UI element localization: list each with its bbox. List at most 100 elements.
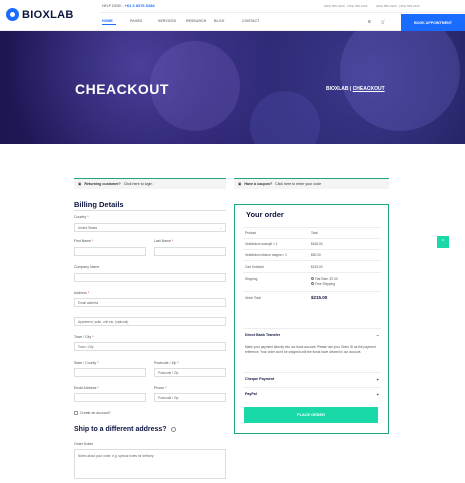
last-name-field[interactable] bbox=[154, 247, 226, 256]
expand-icon[interactable]: + bbox=[377, 377, 379, 382]
order-row-label: Product bbox=[245, 231, 256, 235]
contact-info-2: (629) 555-0129 · (319) 555-0115 bbox=[376, 4, 420, 8]
login-link[interactable]: Click here to login bbox=[124, 182, 153, 186]
order-row-label: Vestibulum dictum magna × 1 bbox=[245, 253, 287, 257]
expand-icon[interactable]: + bbox=[377, 392, 379, 397]
email-field[interactable] bbox=[74, 393, 146, 402]
order-row-value: $165.00 bbox=[311, 242, 323, 246]
first-name-label-text: First Name bbox=[74, 239, 92, 243]
company-field[interactable] bbox=[74, 273, 226, 282]
nav-research[interactable]: RESEARCH bbox=[186, 19, 214, 23]
order-row: Cart Subtotal $215.00 bbox=[243, 260, 381, 272]
state-field[interactable] bbox=[74, 368, 146, 377]
country-value: United States bbox=[78, 225, 98, 230]
town-label-text: Town / City bbox=[74, 335, 92, 339]
coupon-notice: ▣ Have a coupon? Click here to enter you… bbox=[234, 178, 389, 189]
order-notes-field[interactable]: Notes about your order, e.g. special not… bbox=[74, 449, 226, 479]
order-row-value: $215.00 bbox=[311, 265, 323, 269]
checkbox-icon[interactable] bbox=[74, 411, 78, 415]
payment-bank-transfer[interactable]: Direct Bank Transfer − bbox=[243, 328, 381, 342]
phone-field[interactable]: Postcode / Zip bbox=[154, 393, 226, 402]
info-icon: ▣ bbox=[238, 182, 242, 186]
town-placeholder: Town / City bbox=[78, 344, 94, 349]
ship-different-radio[interactable] bbox=[170, 427, 176, 432]
collapse-icon[interactable]: − bbox=[377, 333, 379, 338]
nav-blog[interactable]: BLOG bbox=[214, 19, 242, 23]
email-label: Email Address * bbox=[74, 386, 99, 390]
nav-home[interactable]: HOME bbox=[102, 19, 130, 23]
nav-services[interactable]: SERVICES bbox=[158, 19, 186, 23]
billing-divider bbox=[74, 210, 226, 211]
hero-decoration bbox=[340, 31, 460, 131]
payment-method-label: Direct Bank Transfer bbox=[245, 333, 281, 337]
phone-label-text: Phone bbox=[154, 386, 165, 390]
address-field[interactable]: Email address bbox=[74, 298, 226, 307]
order-row: Product Total bbox=[243, 227, 381, 238]
address-label-text: Address bbox=[74, 291, 87, 295]
help-desk-phone[interactable]: +61 3 8376 6284 bbox=[125, 3, 155, 8]
book-appointment-button[interactable]: BOOK APPOINTMENT bbox=[401, 14, 465, 31]
page-hero: CHEACKOUT BIOXLAB | CHEACKOUT bbox=[0, 31, 465, 144]
shipping-option[interactable]: Free Shipping bbox=[311, 282, 335, 286]
logo[interactable]: BIOXLAB bbox=[6, 8, 74, 21]
postcode-label-text: Postcode / Zip bbox=[154, 361, 177, 365]
postcode-field[interactable]: Postcode / Zip bbox=[154, 368, 226, 377]
order-title: Your order bbox=[246, 210, 284, 219]
required-mark: * bbox=[87, 291, 90, 295]
order-summary: Your order Product Total Vestibulum susci… bbox=[234, 204, 389, 434]
first-name-field[interactable] bbox=[74, 247, 146, 256]
address-label: Address * bbox=[74, 291, 89, 295]
last-name-label: Last Name * bbox=[154, 239, 173, 243]
coupon-link[interactable]: Click here to enter your code bbox=[275, 182, 321, 186]
required-mark: * bbox=[97, 386, 99, 390]
breadcrumb: BIOXLAB | CHEACKOUT bbox=[326, 86, 385, 92]
chevron-down-icon: ⌄ bbox=[219, 225, 222, 230]
nav-contact[interactable]: CONTACT bbox=[242, 19, 270, 23]
logo-text: BIOXLAB bbox=[22, 8, 74, 21]
header-icons: ≡ 🛒 bbox=[368, 19, 386, 25]
state-label: State / County * bbox=[74, 361, 99, 365]
order-total-value: $215.00 bbox=[311, 295, 328, 300]
nav-pages[interactable]: PAGES bbox=[130, 19, 158, 23]
returning-customer-label: Returning customer? bbox=[84, 182, 121, 186]
order-row: Vestibulum dictum magna × 1 $50.00 bbox=[243, 249, 381, 260]
ship-different-address[interactable]: Ship to a different address? bbox=[74, 426, 176, 433]
shipping-option[interactable]: Flat Rate: $7.00 bbox=[311, 277, 338, 281]
required-mark: * bbox=[171, 239, 174, 243]
radio-icon[interactable] bbox=[311, 277, 314, 280]
create-account-checkbox[interactable]: Create an account? bbox=[74, 411, 111, 415]
payment-paypal[interactable]: PayPal + bbox=[243, 387, 381, 401]
place-order-button[interactable]: PLACE ORDER bbox=[244, 407, 378, 423]
bank-transfer-description: Make your payment directly into our bank… bbox=[245, 345, 376, 354]
nav-active-underline bbox=[102, 24, 116, 25]
help-desk: HELP DESK : +61 3 8376 6284 bbox=[102, 3, 155, 8]
required-mark: * bbox=[177, 361, 179, 365]
billing-title: Billing Details bbox=[74, 200, 124, 209]
order-total-label: Order Total bbox=[245, 296, 261, 300]
help-desk-label: HELP DESK : bbox=[102, 4, 124, 8]
postcode-placeholder: Postcode / Zip bbox=[158, 370, 179, 375]
menu-icon[interactable]: ≡ bbox=[368, 19, 371, 25]
town-field[interactable]: Town / City bbox=[74, 342, 226, 351]
address2-placeholder: Apartment, suite, unit etc. (optional) bbox=[78, 319, 129, 324]
create-account-label: Create an account? bbox=[80, 411, 111, 415]
shipping-option-label: Flat Rate: $7.00 bbox=[315, 277, 338, 281]
state-label-text: State / County bbox=[74, 361, 97, 365]
breadcrumb-home[interactable]: BIOXLAB bbox=[326, 86, 349, 92]
order-notes-label: Order Notes bbox=[74, 442, 94, 446]
radio-icon[interactable] bbox=[311, 282, 314, 285]
country-select[interactable]: United States ⌄ bbox=[74, 223, 226, 232]
required-mark: * bbox=[92, 239, 94, 243]
cart-icon[interactable]: 🛒 bbox=[381, 19, 386, 25]
first-name-label: First Name * bbox=[74, 239, 93, 243]
scroll-top-button[interactable]: ^ bbox=[437, 236, 449, 248]
order-row-label: Vestibulum suscipit × 1 bbox=[245, 242, 278, 246]
required-mark: * bbox=[92, 335, 94, 339]
returning-customer-notice: ▣ Returning customer? Click here to logi… bbox=[74, 178, 226, 189]
order-row-value: Total bbox=[311, 231, 318, 235]
email-label-text: Email Address bbox=[74, 386, 97, 390]
address2-field[interactable]: Apartment, suite, unit etc. (optional) bbox=[74, 317, 226, 326]
payment-cheque[interactable]: Cheque Payment + bbox=[243, 372, 381, 386]
hero-decoration bbox=[250, 91, 320, 144]
shipping-label: Shipping bbox=[245, 277, 258, 281]
